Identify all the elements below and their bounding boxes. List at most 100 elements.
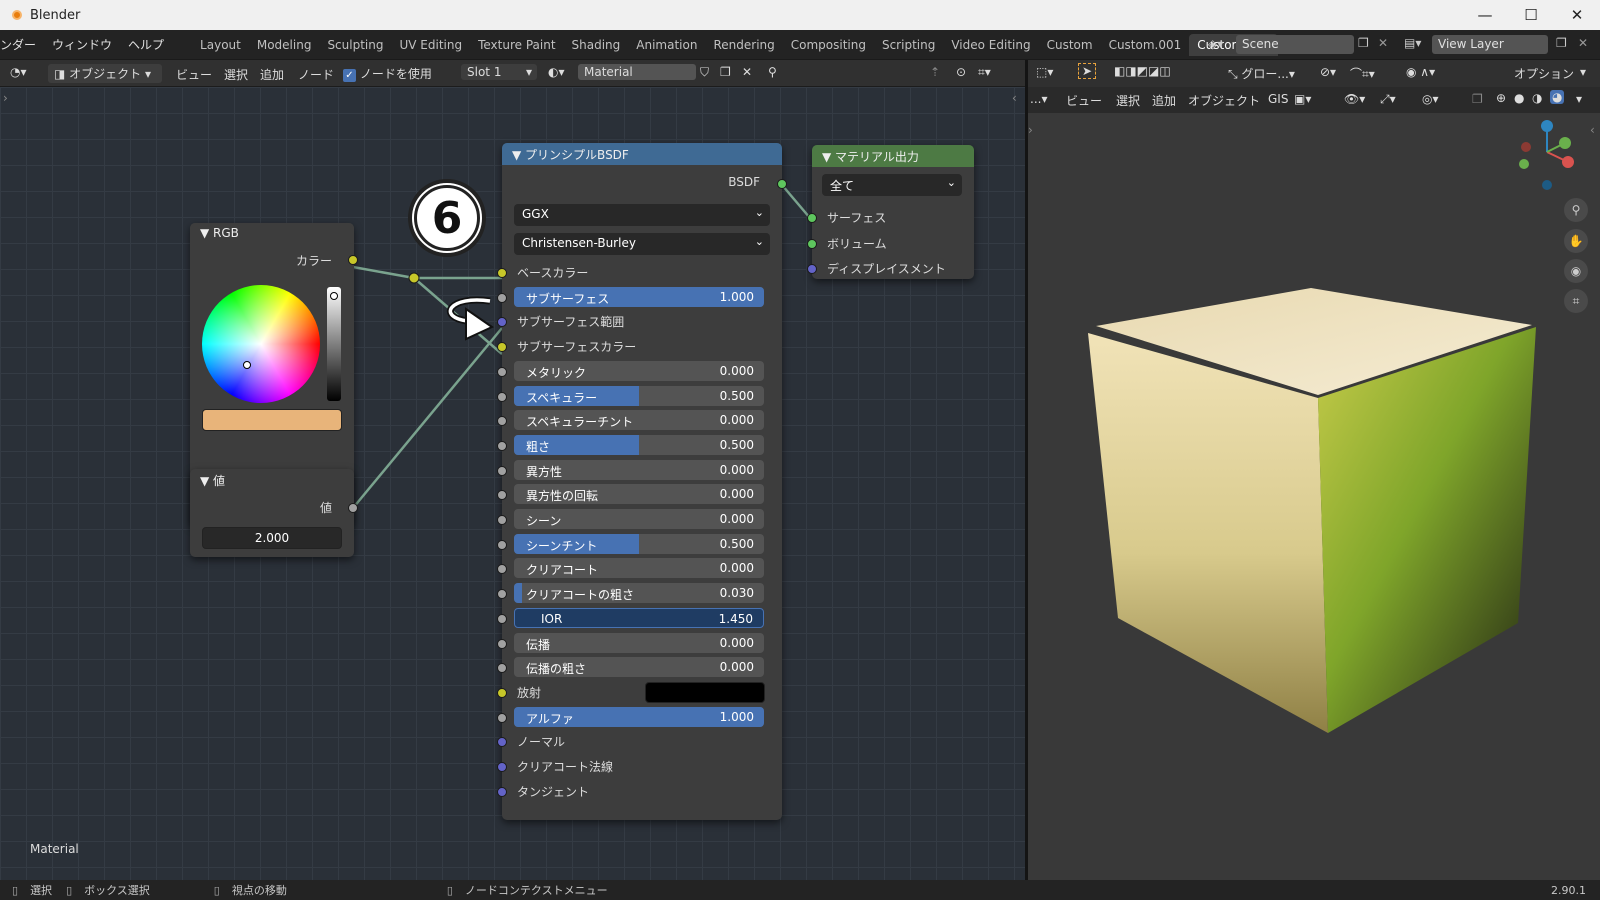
transform-orientation-dropdown[interactable]: ⤡ グロー...▾	[1228, 65, 1295, 82]
material-browse-icon[interactable]: ◐▾	[548, 65, 565, 79]
bsdf-input-slider[interactable]: 伝播の粗さ 0.000	[514, 657, 764, 677]
unlink-material-icon[interactable]: ✕	[742, 65, 752, 79]
gizmo-icon[interactable]: ⤢▾	[1380, 92, 1396, 107]
maximize-button[interactable]: ☐	[1508, 0, 1554, 30]
proportional-editing-icon[interactable]: ◉ ∧▾	[1406, 65, 1435, 79]
tab-modeling[interactable]: Modeling	[249, 34, 320, 56]
output-node-header[interactable]: ▼ マテリアル出力	[812, 145, 974, 167]
collapse-icon[interactable]: ▼	[822, 150, 835, 164]
bsdf-input-socket[interactable]	[497, 639, 507, 649]
use-nodes-checkbox[interactable]: ✓ ノードを使用	[343, 65, 432, 82]
view-layer-icon[interactable]: ▤▾	[1404, 36, 1421, 50]
rgb-node-header[interactable]: ▼ RGB	[190, 223, 354, 245]
bsdf-input-slider[interactable]: シーンチント 0.500	[514, 534, 764, 554]
options-dropdown[interactable]: オプション	[1514, 65, 1574, 82]
material-shading-icon[interactable]: ◑	[1532, 91, 1542, 105]
bsdf-input-socket[interactable]	[497, 416, 507, 426]
bsdf-input-socket[interactable]	[497, 490, 507, 500]
brightness-slider[interactable]	[327, 287, 341, 401]
surface-input-socket[interactable]	[807, 213, 817, 223]
emission-color-swatch[interactable]	[645, 682, 765, 703]
tab-custom[interactable]: Custom	[1039, 34, 1101, 56]
visibility-icon[interactable]: 👁▾	[1344, 92, 1365, 106]
tab-shading[interactable]: Shading	[564, 34, 629, 56]
pin-icon[interactable]: ⚲	[768, 65, 777, 79]
bsdf-input-slider[interactable]: 伝播 0.000	[514, 633, 764, 653]
fake-user-shield-icon[interactable]: ⛉	[700, 65, 709, 80]
bsdf-input-slider[interactable]: 異方性 0.000	[514, 460, 764, 480]
bsdf-input-slider[interactable]: 粗さ 0.500	[514, 435, 764, 455]
bsdf-input-slider[interactable]: アルファ 1.000	[514, 707, 764, 727]
bsdf-input-socket[interactable]	[497, 688, 507, 698]
menu-add[interactable]: 追加	[260, 66, 284, 83]
menu-window[interactable]: ウィンドウ	[44, 36, 120, 53]
subsurface-method-dropdown[interactable]: Christensen-Burley ⌄	[514, 233, 770, 255]
snap-type-icon[interactable]: ⌗▾	[978, 65, 991, 80]
viewport-menu-gis[interactable]: GIS	[1268, 92, 1288, 106]
bsdf-input-socket[interactable]	[497, 466, 507, 476]
menu-help[interactable]: ヘルプ	[120, 36, 172, 53]
tab-custom-001[interactable]: Custom.001	[1101, 34, 1190, 56]
snap-icon[interactable]: ⊙	[956, 65, 966, 79]
volume-input-socket[interactable]	[807, 239, 817, 249]
overlay-icon[interactable]: ◎▾	[1422, 92, 1439, 106]
bsdf-input-socket[interactable]	[497, 540, 507, 550]
bsdf-input-socket[interactable]	[497, 737, 507, 747]
bsdf-input-socket[interactable]	[497, 392, 507, 402]
viewport-mode-dropdown[interactable]: ...▾	[1030, 92, 1047, 106]
tab-texture-paint[interactable]: Texture Paint	[470, 34, 563, 56]
menu-view[interactable]: ビュー	[176, 66, 212, 83]
bsdf-input-slider[interactable]: シーン 0.000	[514, 509, 764, 529]
pivot-icon[interactable]: ⊘▾	[1320, 65, 1336, 79]
parent-node-tree-icon[interactable]: ⇡	[930, 65, 940, 79]
bsdf-input-socket[interactable]	[497, 564, 507, 574]
value-node-header[interactable]: ▼ 値	[190, 469, 354, 491]
3d-viewport[interactable]: › ‹ ⚲ ✋ ◉ ⌗	[1028, 113, 1600, 880]
rgb-color-output-socket[interactable]	[348, 255, 358, 265]
output-target-dropdown[interactable]: 全て ⌄	[822, 174, 962, 196]
duplicate-material-icon[interactable]: ❐	[720, 65, 731, 79]
bsdf-output-socket[interactable]	[777, 179, 787, 189]
gis-tool-icon[interactable]: ▣▾	[1294, 92, 1311, 106]
viewport-menu-object[interactable]: オブジェクト	[1188, 92, 1260, 109]
collapse-icon[interactable]: ▼	[512, 148, 525, 162]
snap-icon[interactable]: ⌒⌗▾	[1350, 65, 1375, 82]
material-output-node[interactable]: ▼ マテリアル出力 全て ⌄ サーフェス ボリューム ディスプレイスメント	[807, 145, 974, 279]
bsdf-input-slider[interactable]: クリアコート 0.000	[514, 558, 764, 578]
tab-rendering[interactable]: Rendering	[705, 34, 782, 56]
bsdf-input-socket[interactable]	[497, 293, 507, 303]
bsdf-input-socket[interactable]	[497, 515, 507, 525]
collapse-icon[interactable]: ▼	[200, 226, 213, 240]
bsdf-input-socket[interactable]	[497, 317, 507, 327]
tab-layout[interactable]: Layout	[192, 34, 249, 56]
menu-select[interactable]: 選択	[224, 66, 248, 83]
options-chevron-icon[interactable]: ▾	[1580, 65, 1586, 79]
minimize-button[interactable]: —	[1462, 0, 1508, 30]
selection-mode-icons[interactable]: ◧◨◩◪◫	[1114, 64, 1171, 78]
solid-shading-icon[interactable]: ●	[1514, 91, 1524, 105]
value-output-socket[interactable]	[348, 503, 358, 513]
bsdf-input-slider[interactable]: スペキュラーチント 0.000	[514, 410, 764, 430]
slot-dropdown[interactable]: Slot 1 ▾	[461, 64, 537, 80]
bsdf-input-socket[interactable]	[497, 787, 507, 797]
menu-render[interactable]: ンダー	[0, 36, 44, 53]
bsdf-input-socket[interactable]	[497, 589, 507, 599]
viewport-menu-view[interactable]: ビュー	[1066, 92, 1102, 109]
menu-node[interactable]: ノード	[298, 66, 334, 83]
bsdf-input-slider[interactable]: サブサーフェス 1.000	[514, 287, 764, 307]
bsdf-node-header[interactable]: ▼ プリンシプルBSDF	[502, 143, 782, 165]
bsdf-input-socket[interactable]	[497, 268, 507, 278]
color-wheel[interactable]	[202, 285, 320, 403]
value-node[interactable]: ▼ 値 値 2.000	[190, 469, 358, 557]
bsdf-input-slider[interactable]: スペキュラー 0.500	[514, 386, 764, 406]
brightness-cursor[interactable]	[330, 292, 338, 300]
tab-scripting[interactable]: Scripting	[874, 34, 943, 56]
viewport-editor-type-icon[interactable]: ⬚▾	[1036, 65, 1053, 79]
color-wheel-cursor[interactable]	[243, 361, 251, 369]
collapse-icon[interactable]: ▼	[200, 474, 213, 488]
copy-view-layer-icon[interactable]: ❐	[1556, 36, 1567, 50]
object-mode-dropdown[interactable]: ◨ オブジェクト ▾	[48, 64, 162, 83]
tab-animation[interactable]: Animation	[628, 34, 705, 56]
bsdf-input-slider[interactable]: クリアコートの粗さ 0.030	[514, 583, 764, 603]
bsdf-input-socket[interactable]	[497, 342, 507, 352]
